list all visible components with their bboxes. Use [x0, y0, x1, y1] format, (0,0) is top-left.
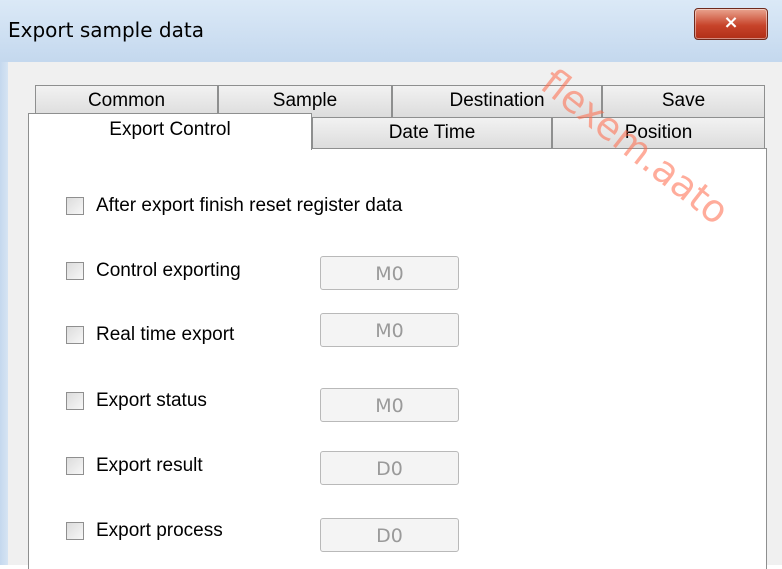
reset-after-export-label: After export finish reset register data — [96, 195, 403, 216]
window-title: Export sample data — [8, 18, 204, 42]
real-time-export-label: Real time export — [96, 324, 235, 345]
window-border — [0, 62, 8, 565]
export-process-checkbox[interactable] — [66, 522, 84, 540]
tab-destination[interactable]: Destination — [392, 85, 602, 117]
control-exporting-checkbox[interactable] — [66, 262, 84, 280]
export-result-address[interactable]: D0 — [320, 451, 459, 485]
close-icon: × — [723, 12, 739, 33]
tab-position[interactable]: Position — [552, 117, 765, 149]
control-exporting-address[interactable]: M0 — [320, 256, 459, 290]
export-status-label: Export status — [96, 390, 207, 411]
export-result-checkbox[interactable] — [66, 457, 84, 475]
tab-export-control[interactable]: Export Control — [28, 113, 312, 150]
reset-after-export-checkbox[interactable] — [66, 197, 84, 215]
real-time-export-address[interactable]: M0 — [320, 313, 459, 347]
close-button[interactable]: × — [694, 8, 768, 40]
title-bar: Export sample data × — [0, 0, 782, 62]
export-result-label: Export result — [96, 455, 203, 476]
control-exporting-label: Control exporting — [96, 260, 241, 281]
export-status-address[interactable]: M0 — [320, 388, 459, 422]
export-process-address[interactable]: D0 — [320, 518, 459, 552]
tab-save[interactable]: Save — [602, 85, 765, 117]
real-time-export-checkbox[interactable] — [66, 326, 84, 344]
export-process-label: Export process — [96, 520, 223, 541]
export-status-checkbox[interactable] — [66, 392, 84, 410]
tab-date-time[interactable]: Date Time — [312, 117, 552, 149]
